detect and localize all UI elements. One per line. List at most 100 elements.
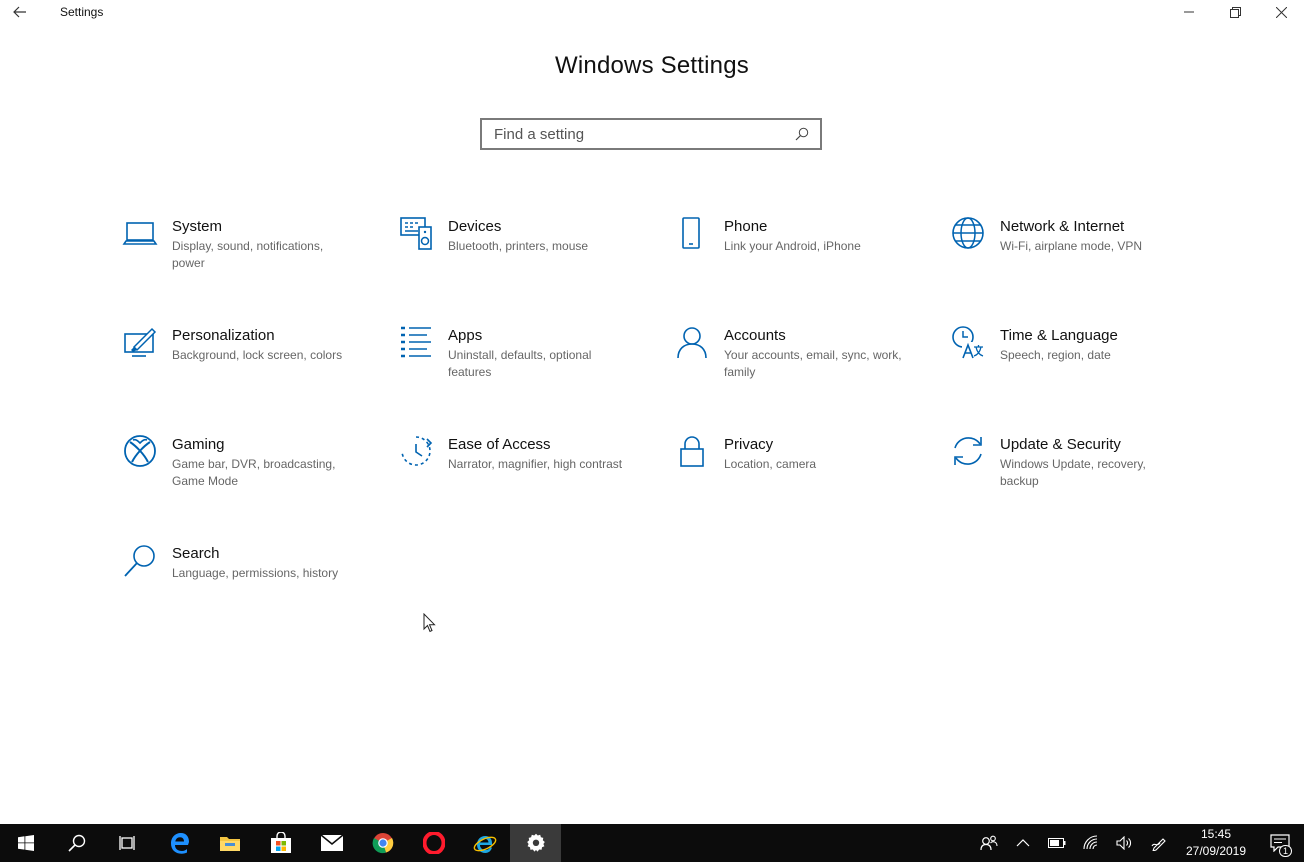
taskbar-chrome[interactable] [357,824,408,862]
close-button[interactable] [1258,0,1304,24]
phone-icon [674,216,724,256]
tile-description: Location, camera [724,457,817,471]
taskbar-edge[interactable] [153,824,204,862]
tile-accounts[interactable]: Accounts Your accounts, email, sync, wor… [674,325,914,405]
tile-description: Background, lock screen, colors [172,348,343,362]
tile-time-language[interactable]: Time & Language Speech, region, date [950,325,1190,405]
tile-description: Game bar, DVR, broadcasting, Game Mode [172,457,336,488]
tile-devices[interactable]: Devices Bluetooth, printers, mouse [398,216,638,296]
chrome-icon [372,833,393,854]
battery-icon [1048,838,1066,848]
pen-workspace-button[interactable] [1142,824,1176,862]
people-icon [980,835,998,851]
tile-description: Display, sound, notifications, power [172,239,324,270]
tile-title: Network & Internet [1000,218,1125,235]
person-icon [674,325,724,365]
minimize-icon [1184,11,1194,13]
tile-title: Apps [448,327,483,344]
devices-icon [398,216,448,256]
tile-description: Wi-Fi, airplane mode, VPN [1000,239,1143,253]
window-controls [1166,0,1304,24]
task-view-icon [118,836,135,850]
window-title: Settings [60,5,104,19]
apps-list-icon [398,325,448,365]
minimize-button[interactable] [1166,0,1212,24]
back-button[interactable] [0,0,40,24]
taskbar: 15:45 27/09/2019 1 [0,824,1304,862]
tile-personalization[interactable]: Personalization Background, lock screen,… [122,325,362,405]
lock-icon [674,434,724,474]
clock-date: 27/09/2019 [1185,844,1247,858]
xbox-icon [122,434,172,474]
store-icon [270,832,291,853]
start-button[interactable] [0,824,51,862]
people-button[interactable] [972,824,1006,862]
battery-button[interactable] [1040,824,1074,862]
mouse-pointer-icon [423,612,437,638]
tile-title: Ease of Access [448,436,551,453]
search-input[interactable] [492,124,794,144]
tile-description: Narrator, magnifier, high contrast [448,457,623,471]
tile-title: Phone [724,218,768,235]
system-tray: 15:45 27/09/2019 1 [972,824,1304,862]
tile-gaming[interactable]: Gaming Game bar, DVR, broadcasting, Game… [122,434,362,514]
tile-network-internet[interactable]: Network & Internet Wi-Fi, airplane mode,… [950,216,1190,296]
tile-title: Gaming [172,436,225,453]
tile-title: Accounts [724,327,786,344]
pen-icon [1151,838,1166,851]
tile-title: Privacy [724,436,774,453]
tile-phone[interactable]: Phone Link your Android, iPhone [674,216,914,296]
tile-title: Devices [448,218,502,235]
action-center-button[interactable]: 1 [1256,824,1304,862]
task-view-button[interactable] [102,824,153,862]
find-setting-search-box[interactable] [480,118,822,150]
tile-description: Windows Update, recovery, backup [1000,457,1146,488]
tile-search[interactable]: Search Language, permissions, history [122,543,362,623]
tile-system[interactable]: System Display, sound, notifications, po… [122,216,362,296]
taskbar-internet-explorer[interactable] [459,824,510,862]
internet-explorer-icon [473,836,496,853]
edge-icon [170,833,189,854]
tile-title: Time & Language [1000,327,1118,344]
taskbar-mail[interactable] [306,824,357,862]
volume-button[interactable] [1108,824,1142,862]
tile-apps[interactable]: Apps Uninstall, defaults, optional featu… [398,325,638,405]
tile-description: Language, permissions, history [172,566,339,580]
restore-button[interactable] [1212,0,1258,24]
clock[interactable]: 15:45 27/09/2019 [1176,826,1256,860]
taskbar-store[interactable] [255,824,306,862]
magnifier-icon [122,543,172,583]
taskbar-search-button[interactable] [51,824,102,862]
tile-privacy[interactable]: Privacy Location, camera [674,434,914,514]
start-icon [17,835,34,851]
wifi-icon [1083,835,1098,850]
network-button[interactable] [1074,824,1108,862]
taskbar-settings[interactable] [510,824,561,862]
laptop-icon [122,216,172,256]
tile-description: Link your Android, iPhone [724,239,861,253]
clock-time: 15:45 [1200,827,1232,841]
page-title: Windows Settings [555,52,749,79]
tile-title: Update & Security [1000,436,1121,453]
tile-update-security[interactable]: Update & Security Windows Update, recove… [950,434,1190,514]
tile-title: Search [172,545,220,562]
back-arrow-icon [13,6,26,18]
tile-description: Speech, region, date [1000,348,1111,362]
tile-title: Personalization [172,327,275,344]
search-icon [794,126,810,142]
taskbar-file-explorer[interactable] [204,824,255,862]
sync-icon [950,434,1000,474]
tile-title: System [172,218,223,235]
settings-gear-icon [526,833,545,852]
restore-icon [1229,6,1241,18]
time-language-icon [950,325,1000,365]
file-explorer-icon [219,837,240,851]
show-hidden-icons-button[interactable] [1006,824,1040,862]
taskbar-opera[interactable] [408,824,459,862]
tile-description: Your accounts, email, sync, work, family [724,348,902,379]
ease-of-access-icon [398,434,448,474]
chevron-up-icon [1016,839,1030,847]
tile-ease-of-access[interactable]: Ease of Access Narrator, magnifier, high… [398,434,638,514]
opera-icon [422,832,445,854]
personalization-icon [122,325,172,365]
